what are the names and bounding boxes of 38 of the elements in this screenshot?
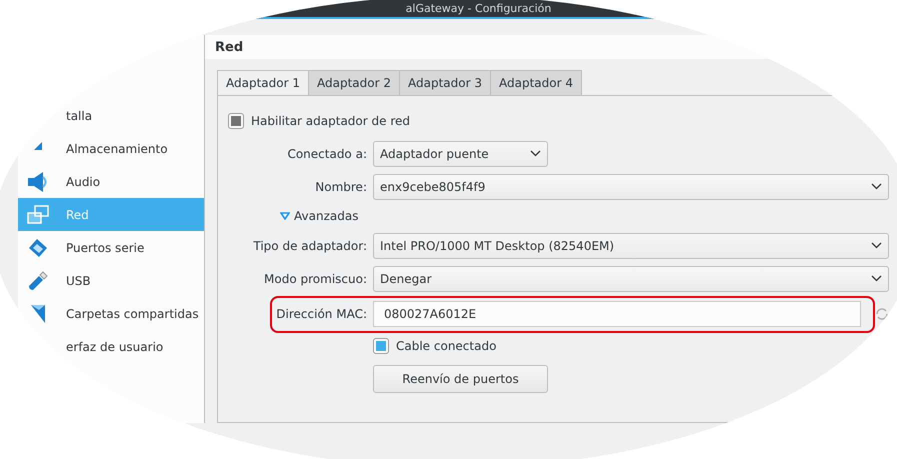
- triangle-icon: [34, 142, 42, 150]
- sidebar-item[interactable]: USB: [18, 264, 204, 297]
- sidebar-item[interactable]: Almacenamiento: [18, 132, 204, 165]
- sidebar-item[interactable]: Puertos serie: [18, 231, 204, 264]
- folder-icon: [30, 304, 46, 324]
- field-label: Nombre:: [314, 180, 367, 194]
- field-label: Conectado a:: [286, 146, 367, 160]
- tab[interactable]: Adaptador 2: [308, 70, 400, 95]
- expander-toggle[interactable]: Avanzadas: [280, 209, 358, 223]
- dropdown[interactable]: enx9cebe805f4f9: [373, 174, 889, 200]
- monitors-icon: [26, 204, 50, 224]
- input-field[interactable]: 080027A6012E: [373, 301, 861, 327]
- sidebar-item[interactable]: erfaz de usuario: [18, 330, 204, 363]
- field-label: Tipo de adaptador:: [252, 238, 367, 252]
- chevron-down-icon: [530, 150, 541, 157]
- checkbox-label: Cable conectado: [396, 339, 496, 353]
- sidebar-item[interactable]: Carpetas compartidas: [18, 297, 204, 330]
- tab[interactable]: Adaptador 1: [217, 70, 309, 95]
- dropdown[interactable]: Adaptador puente: [373, 140, 548, 166]
- sidebar-item[interactable]: talla: [18, 99, 204, 132]
- tab[interactable]: Adaptador 3: [399, 70, 491, 95]
- plug-icon: [26, 236, 50, 258]
- tab[interactable]: Adaptador 4: [490, 70, 582, 95]
- chevron-down-icon: [871, 242, 882, 249]
- dropdown[interactable]: Intel PRO/1000 MT Desktop (82540EM): [373, 232, 889, 258]
- field-label: Dirección MAC:: [275, 307, 367, 321]
- dropdown[interactable]: Denegar: [373, 266, 889, 292]
- usb-stick-icon: [27, 270, 49, 292]
- chevron-down-icon: [871, 183, 882, 190]
- field-label: Modo promiscuo:: [263, 272, 367, 286]
- sidebar-item[interactable]: Audio: [18, 165, 204, 198]
- chevron-down-icon: [871, 275, 882, 282]
- refresh-icon[interactable]: [875, 307, 889, 321]
- checkbox-label: Habilitar adaptador de red: [251, 114, 410, 128]
- port-forwarding-button[interactable]: Reenvío de puertos: [373, 365, 548, 393]
- triangle-down-icon: [280, 212, 290, 220]
- checkbox[interactable]: [373, 338, 389, 354]
- window-title: alGateway - Configuración: [406, 2, 552, 15]
